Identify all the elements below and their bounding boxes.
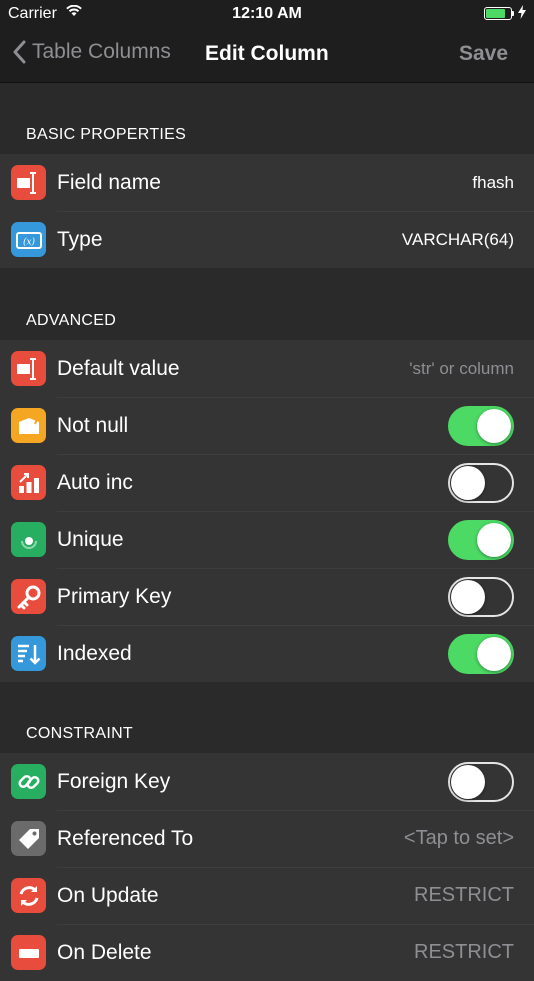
indexed-toggle[interactable] xyxy=(448,634,514,674)
toggle-knob xyxy=(451,765,485,799)
default-value-placeholder[interactable]: 'str' or column xyxy=(409,359,514,379)
toggle-knob xyxy=(477,409,511,443)
primary-key-toggle[interactable] xyxy=(448,577,514,617)
default-value-icon xyxy=(11,351,46,386)
auto-inc-toggle[interactable] xyxy=(448,463,514,503)
key-icon xyxy=(11,579,46,614)
type-value: VARCHAR(64) xyxy=(401,229,514,249)
type-label: Type xyxy=(57,227,103,251)
bar-chart-icon xyxy=(11,465,46,500)
primary-key-row: Primary Key xyxy=(0,568,534,625)
navigation-bar: Table Columns Edit Column Save xyxy=(0,28,534,83)
constraint-group: Foreign Key Referenced To <Tap to set> O… xyxy=(0,753,534,981)
foreign-key-row: Foreign Key xyxy=(0,753,534,810)
clock: 12:10 AM xyxy=(232,5,302,22)
toggle-knob xyxy=(451,580,485,614)
default-value-row[interactable]: Default value 'str' or column xyxy=(0,340,534,397)
toggle-knob xyxy=(477,637,511,671)
on-delete-row[interactable]: On Delete RESTRICT xyxy=(0,924,534,981)
toggle-knob xyxy=(477,523,511,557)
link-icon xyxy=(11,764,46,799)
foreign-key-toggle[interactable] xyxy=(448,762,514,802)
field-name-label: Field name xyxy=(57,170,161,194)
field-name-icon xyxy=(11,165,46,200)
primary-key-label: Primary Key xyxy=(57,584,172,608)
referenced-to-label: Referenced To xyxy=(57,826,194,850)
back-button-label: Table Columns xyxy=(32,40,171,63)
referenced-to-value[interactable]: <Tap to set> xyxy=(404,827,514,850)
on-update-row[interactable]: On Update RESTRICT xyxy=(0,867,534,924)
type-row[interactable]: (x) Type VARCHAR(64) xyxy=(0,211,534,268)
referenced-to-row[interactable]: Referenced To <Tap to set> xyxy=(0,810,534,867)
unique-toggle[interactable] xyxy=(448,520,514,560)
battery-icon xyxy=(484,7,512,20)
section-header-basic: BASIC PROPERTIES xyxy=(26,126,187,143)
section-header-constraint: CONSTRAINT xyxy=(26,725,133,742)
not-null-label: Not null xyxy=(57,413,129,437)
type-variable-icon: (x) xyxy=(11,222,46,257)
section-header-advanced: ADVANCED xyxy=(26,312,117,329)
box-icon xyxy=(11,408,46,443)
default-value-label: Default value xyxy=(57,356,180,380)
field-name-row[interactable]: Field name fhash xyxy=(0,154,534,211)
save-button[interactable]: Save xyxy=(459,42,508,66)
not-null-row: Not null xyxy=(0,397,534,454)
refresh-icon xyxy=(11,878,46,913)
auto-inc-row: Auto inc xyxy=(0,454,534,511)
indexed-row: Indexed xyxy=(0,625,534,682)
chevron-left-icon xyxy=(13,40,26,64)
status-bar: Carrier 12:10 AM xyxy=(0,0,534,28)
toggle-knob xyxy=(451,466,485,500)
advanced-group: Default value 'str' or column Not null A… xyxy=(0,340,534,682)
on-delete-label: On Delete xyxy=(57,940,152,964)
basic-properties-group: Field name fhash (x) Type VARCHAR(64) xyxy=(0,154,534,268)
svg-text:(x): (x) xyxy=(22,236,35,247)
on-delete-value: RESTRICT xyxy=(414,941,514,963)
unique-row: Unique xyxy=(0,511,534,568)
battery-nub xyxy=(512,11,514,16)
auto-inc-label: Auto inc xyxy=(57,470,133,494)
delete-icon xyxy=(11,935,46,970)
field-name-value: fhash xyxy=(472,172,514,192)
charging-icon xyxy=(518,5,526,24)
foreign-key-label: Foreign Key xyxy=(57,769,171,793)
back-button[interactable]: Table Columns xyxy=(12,40,171,64)
unique-label: Unique xyxy=(57,527,124,551)
sort-icon xyxy=(11,636,46,671)
tag-icon xyxy=(11,821,46,856)
on-update-value: RESTRICT xyxy=(414,884,514,906)
page-title: Edit Column xyxy=(205,42,329,65)
unique-dot-icon xyxy=(11,522,46,557)
not-null-toggle[interactable] xyxy=(448,406,514,446)
indexed-label: Indexed xyxy=(57,641,132,665)
on-update-label: On Update xyxy=(57,883,159,907)
